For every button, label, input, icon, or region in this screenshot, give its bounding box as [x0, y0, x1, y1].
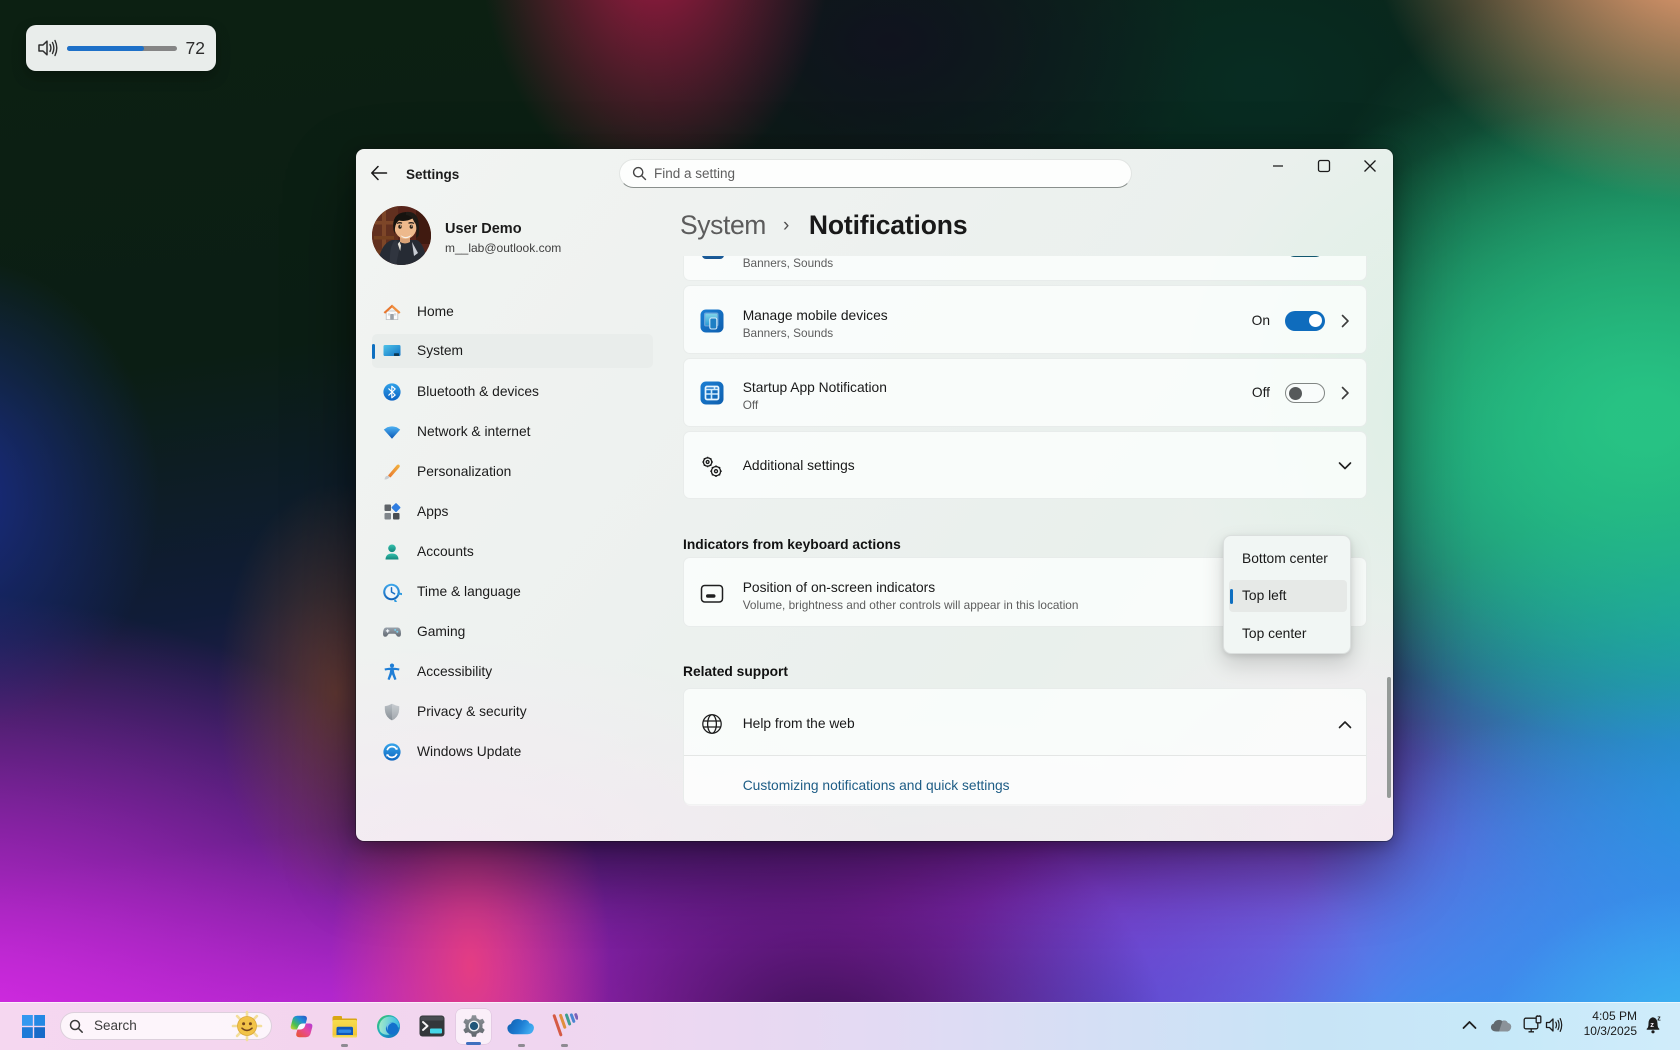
- svg-text:z: z: [1650, 1020, 1654, 1029]
- svg-text:z: z: [1657, 1016, 1661, 1023]
